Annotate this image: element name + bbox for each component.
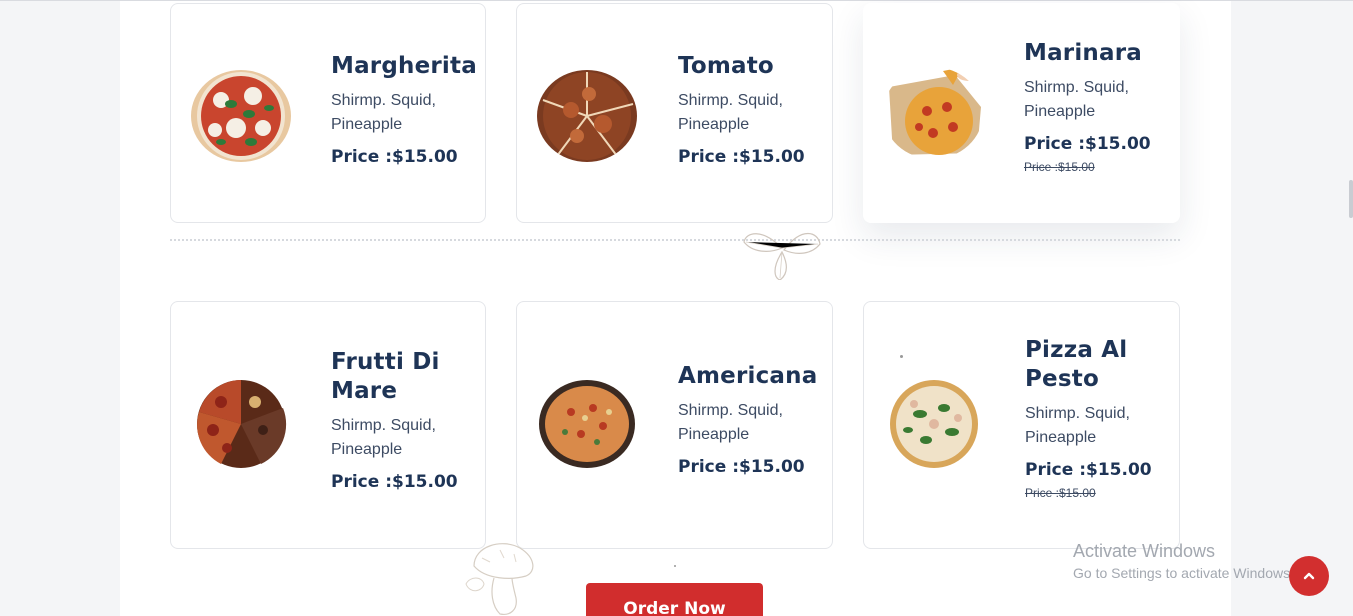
menu-card-marinara[interactable]: Marinara Shirmp. Squid, Pineapple Price … <box>863 3 1180 223</box>
back-to-top-button[interactable] <box>1289 556 1329 596</box>
basil-leaf-decoration <box>743 232 821 280</box>
pizza-name: Pizza Al Pesto <box>1025 337 1128 392</box>
pizza-name: Americana <box>678 363 818 389</box>
pizza-description: Shirmp. Squid, Pineapple <box>1024 79 1129 120</box>
menu-card-tomato[interactable]: Tomato Shirmp. Squid, Pineapple Price :$… <box>516 3 833 223</box>
pizza-description: Shirmp. Squid, Pineapple <box>331 417 436 458</box>
pizza-image <box>537 378 637 470</box>
pizza-image <box>884 378 984 470</box>
scrollbar-thumb[interactable] <box>1349 180 1353 218</box>
section-divider <box>170 239 1180 241</box>
pizza-price: Price :$15.00 <box>331 147 458 167</box>
pizza-image <box>883 67 983 159</box>
chevron-up-icon <box>1303 572 1315 580</box>
activate-windows-watermark: Activate Windows Go to Settings to activ… <box>1073 540 1294 583</box>
pizza-image <box>191 70 291 162</box>
menu-card-margherita[interactable]: Margherita Shirmp. Squid, Pineapple Pric… <box>170 3 486 223</box>
pizza-image <box>191 378 291 470</box>
menu-card-frutti-di-mare[interactable]: Frutti Di Mare Shirmp. Squid, Pineapple … <box>170 301 486 549</box>
watermark-subtitle: Go to Settings to activate Windows. <box>1073 565 1294 581</box>
menu-card-americana[interactable]: Americana Shirmp. Squid, Pineapple Price… <box>516 301 833 549</box>
order-now-button[interactable]: Order Now <box>586 583 763 616</box>
pizza-price: Price :$15.00 <box>1024 134 1151 154</box>
pizza-description: Shirmp. Squid, Pineapple <box>678 92 783 133</box>
decorative-dot <box>674 565 676 567</box>
pizza-price: Price :$15.00 <box>678 147 805 167</box>
pizza-old-price: Price :$15.00 <box>1024 160 1095 174</box>
pizza-price: Price :$15.00 <box>678 457 805 477</box>
pizza-price: Price :$15.00 <box>331 472 458 492</box>
mushroom-decoration <box>465 543 534 615</box>
menu-card-pizza-al-pesto[interactable]: Pizza Al Pesto Shirmp. Squid, Pineapple … <box>863 301 1180 549</box>
decorative-dot <box>900 355 903 358</box>
pizza-description: Shirmp. Squid, Pineapple <box>678 402 783 443</box>
pizza-name: Margherita <box>331 53 477 79</box>
pizza-price: Price :$15.00 <box>1025 460 1152 480</box>
pizza-name: Frutti Di Mare <box>331 349 440 404</box>
watermark-title: Activate Windows <box>1073 541 1216 561</box>
pizza-description: Shirmp. Squid, Pineapple <box>1025 405 1130 446</box>
pizza-name: Marinara <box>1024 40 1142 66</box>
pizza-name: Tomato <box>678 53 774 79</box>
pizza-image <box>537 70 637 162</box>
pizza-old-price: Price :$15.00 <box>1025 486 1096 500</box>
pizza-description: Shirmp. Squid, Pineapple <box>331 92 436 133</box>
